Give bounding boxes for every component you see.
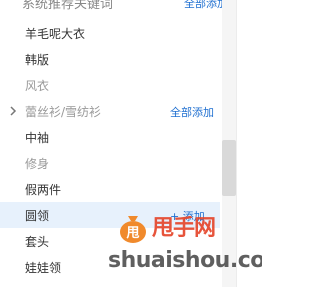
keyword-label: 风衣 — [25, 79, 50, 93]
keyword-row[interactable]: 羊毛呢大衣 — [0, 20, 220, 46]
keyword-row[interactable]: 修身 — [0, 150, 220, 176]
keyword-label: 修身 — [25, 157, 50, 171]
divider — [236, 0, 237, 287]
keyword-label: 假两件 — [25, 183, 62, 197]
keyword-row[interactable]: 假两件 — [0, 176, 220, 202]
keyword-label: 圆领 — [25, 209, 50, 223]
keyword-label: 套头 — [25, 235, 50, 249]
keyword-label: 韩版 — [25, 53, 50, 67]
scrollbar-thumb[interactable] — [222, 140, 236, 196]
keyword-row[interactable]: 韩版 — [0, 46, 220, 72]
keyword-panel: 系统推荐关键词 全部添加 羊毛呢大衣韩版风衣蕾丝衫/雪纺衫 全部添加中袖修身假两件… — [0, 0, 262, 287]
keyword-label: 娃娃领 — [25, 261, 62, 275]
keyword-label: 羊毛呢大衣 — [25, 27, 86, 41]
panel-title: 系统推荐关键词 — [22, 0, 114, 12]
keyword-list: 羊毛呢大衣韩版风衣蕾丝衫/雪纺衫 全部添加中袖修身假两件圆领 + 添加套头娃娃领 — [0, 20, 220, 280]
add-keyword-button[interactable]: + 添加 — [170, 208, 205, 224]
keyword-row[interactable]: 娃娃领 — [0, 254, 220, 280]
keyword-row[interactable]: 风衣 — [0, 72, 220, 98]
keyword-row[interactable]: 套头 — [0, 228, 220, 254]
keyword-label: 中袖 — [25, 131, 50, 145]
keyword-row[interactable]: 中袖 — [0, 124, 220, 150]
keyword-row[interactable]: 圆领 + 添加 — [0, 202, 220, 228]
keyword-row[interactable]: 蕾丝衫/雪纺衫 全部添加 — [0, 98, 220, 124]
keyword-label: 蕾丝衫/雪纺衫 — [25, 105, 102, 119]
chevron-right-icon[interactable] — [9, 105, 17, 117]
add-all-group-button[interactable]: 全部添加 — [170, 104, 214, 120]
